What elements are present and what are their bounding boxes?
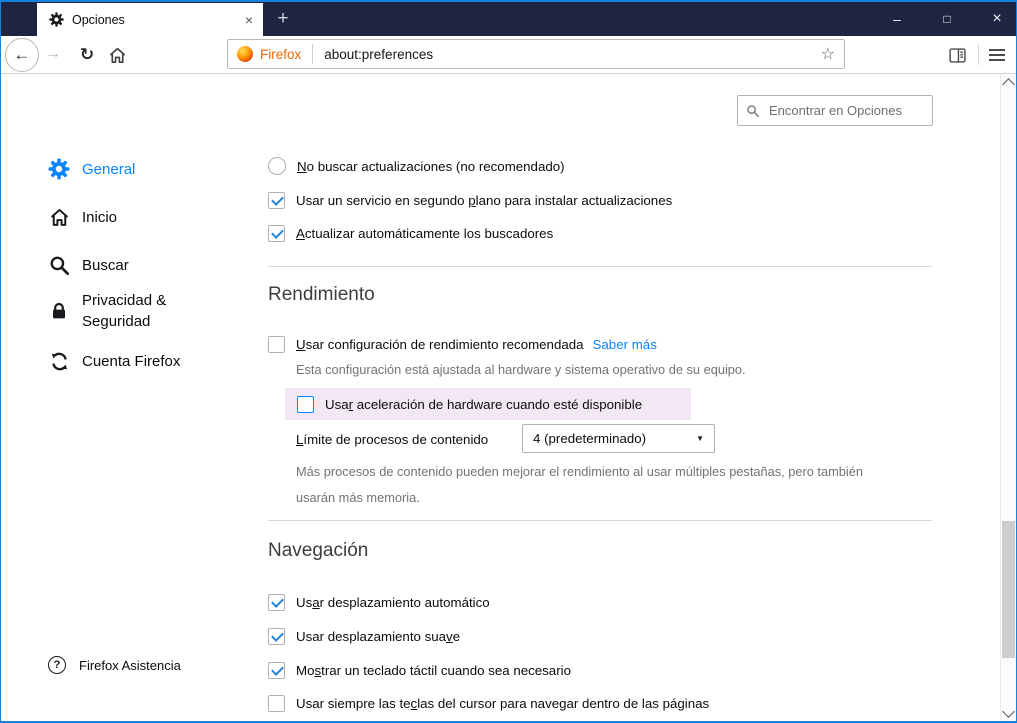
radio-row-no-updates[interactable]: No buscar actualizaciones (no recomendad…	[268, 157, 565, 175]
url-bar[interactable]: Firefox about:preferences ☆	[227, 39, 845, 69]
menu-hamburger-icon[interactable]	[985, 44, 1009, 65]
urlbar-brand-label: Firefox	[260, 46, 302, 62]
checkbox-hardware-acceleration[interactable]	[297, 395, 314, 413]
sidebar-item-general[interactable]: General	[48, 158, 135, 180]
scrollbar-thumb[interactable]	[1002, 521, 1015, 658]
maximize-button[interactable]: □	[925, 2, 969, 35]
process-limit-row: Límite de procesos de contenido	[296, 431, 489, 447]
toolbar-separator	[978, 44, 979, 65]
checkbox-background-service[interactable]	[268, 191, 285, 209]
preferences-search[interactable]	[737, 95, 947, 126]
process-note-line2: usarán más memoria.	[296, 490, 420, 505]
checkbox-cursor-keys[interactable]	[268, 694, 285, 712]
sidebar-item-buscar[interactable]: Buscar	[48, 254, 129, 276]
radio-no-updates[interactable]	[268, 157, 286, 175]
checkbox-recommended-performance[interactable]	[268, 335, 285, 353]
new-tab-button[interactable]: +	[270, 6, 296, 32]
back-button[interactable]: ←	[5, 38, 39, 72]
url-text[interactable]: about:preferences	[324, 47, 433, 62]
search-icon	[48, 254, 70, 276]
process-limit-dropdown[interactable]: 4 (predeterminado) ▼	[522, 424, 715, 453]
checkbox-row-smooth-scroll[interactable]: Usar desplazamiento suave	[268, 627, 460, 645]
lock-icon	[48, 300, 70, 322]
urlbar-separator	[312, 44, 314, 64]
sidebar-item-label: Inicio	[82, 208, 118, 226]
section-title-navegacion: Navegación	[268, 540, 369, 561]
checkbox-row-touch-keyboard[interactable]: Mostrar un teclado táctil cuando sea nec…	[268, 661, 571, 679]
firefox-logo-icon	[237, 46, 253, 62]
search-icon	[746, 104, 760, 118]
preferences-page: General Inicio Buscar Privacidad & Segur…	[1, 74, 1016, 721]
checkbox-row-cursor-keys[interactable]: Usar siempre las teclas del cursor para …	[268, 694, 709, 712]
checkbox-touch-keyboard[interactable]	[268, 661, 285, 679]
sidebar-item-cuenta-firefox[interactable]: Cuenta Firefox	[48, 350, 180, 372]
checkbox-row-auto-scroll[interactable]: Usar desplazamiento automático	[268, 593, 490, 611]
help-icon: ?	[48, 656, 66, 674]
performance-description: Esta configuración está ajustada al hard…	[296, 362, 746, 377]
section-divider	[268, 520, 932, 521]
forward-button: →	[45, 45, 61, 62]
checkbox-row-hardware-acceleration[interactable]: Usar aceleración de hardware cuando esté…	[297, 395, 642, 413]
sidebar-item-privacidad-seguridad[interactable]: Privacidad & Seguridad	[48, 290, 200, 332]
sidebar-item-label: Privacidad & Seguridad	[82, 292, 167, 330]
sidebar-item-label: General	[82, 160, 136, 178]
window-border-top	[0, 0, 1017, 2]
help-label: Firefox Asistencia	[79, 657, 181, 673]
checkbox-auto-scroll[interactable]	[268, 593, 285, 611]
bookmark-star-icon[interactable]: ☆	[821, 44, 835, 64]
search-input[interactable]	[767, 102, 947, 119]
close-button[interactable]: ×	[975, 2, 1017, 35]
section-divider	[268, 266, 932, 267]
window-border-left	[0, 0, 1, 723]
checkbox-row-background-service[interactable]: Usar un servicio en segundo plano para i…	[268, 191, 672, 209]
chevron-down-icon: ▼	[696, 434, 704, 443]
titlebar: Opciones × + – □ ×	[0, 2, 1017, 36]
dropdown-selected-value: 4 (predeterminado)	[533, 431, 647, 446]
gear-icon	[49, 12, 64, 27]
home-button[interactable]	[105, 43, 129, 67]
sync-icon	[48, 350, 70, 372]
checkbox-row-auto-update-search[interactable]: Actualizar automáticamente los buscadore…	[268, 224, 553, 242]
sidebar-item-label: Buscar	[82, 256, 129, 274]
checkbox-smooth-scroll[interactable]	[268, 627, 285, 645]
learn-more-link[interactable]: Saber más	[593, 337, 657, 352]
section-title-rendimiento: Rendimiento	[268, 284, 375, 305]
minimize-button[interactable]: –	[875, 2, 919, 35]
process-note-line1: Más procesos de contenido pueden mejorar…	[296, 464, 863, 479]
sidebar-item-inicio[interactable]: Inicio	[48, 206, 117, 228]
nav-toolbar: ← → ↻ Firefox about:preferences ☆	[1, 36, 1016, 74]
home-icon	[48, 206, 70, 228]
reload-button[interactable]: ↻	[74, 42, 100, 68]
gear-icon	[48, 158, 70, 180]
checkbox-auto-update-search[interactable]	[268, 224, 285, 242]
sidebar-item-label: Cuenta Firefox	[82, 352, 181, 370]
sidebar-toggle-icon[interactable]	[945, 43, 969, 67]
sidebar-footer-help[interactable]: ? Firefox Asistencia	[48, 656, 181, 674]
tab-close-icon[interactable]: ×	[245, 13, 253, 27]
tab-opciones[interactable]: Opciones ×	[37, 3, 263, 36]
tab-title: Opciones	[72, 12, 125, 27]
checkbox-row-recommended-performance[interactable]: Usar configuración de rendimiento recome…	[268, 335, 657, 353]
